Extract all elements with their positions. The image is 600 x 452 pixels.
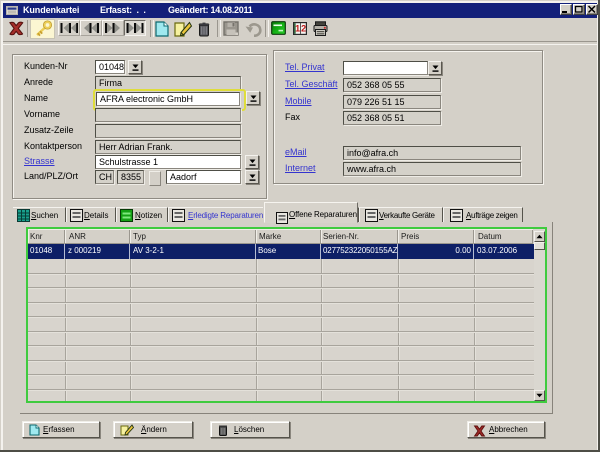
svg-text:2: 2 <box>301 24 306 34</box>
svg-text:1: 1 <box>295 24 300 34</box>
